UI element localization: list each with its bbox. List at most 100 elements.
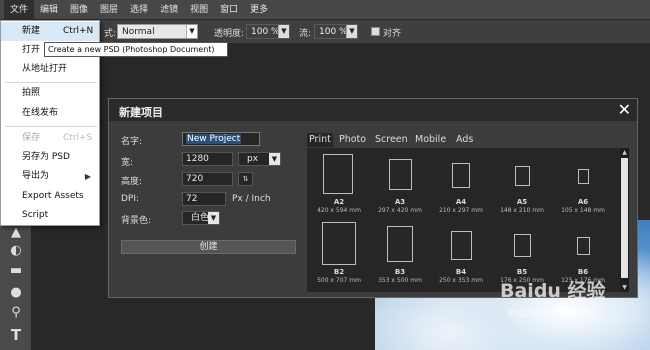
preset-name: A2 (333, 198, 345, 206)
unit-select[interactable]: px ▼ (238, 152, 281, 166)
menu-item-label: 导出为 (22, 171, 50, 181)
drop-icon[interactable]: ● (7, 284, 25, 302)
background-select[interactable]: 白色 ▼ (182, 211, 220, 225)
menu-item-save-as-psd[interactable]: 另存为 PSD (1, 148, 99, 167)
watermark-brand: Baidu 经验 (500, 280, 606, 302)
preset-dims: 250 x 353 mm (439, 277, 483, 284)
preset-name: B6 (577, 268, 589, 276)
preset-thumbnail (514, 234, 531, 257)
menu-item-export-as[interactable]: 导出为 ▶ (1, 167, 99, 186)
preset-thumbnail (451, 231, 472, 260)
eraser-icon[interactable]: ◐ (7, 242, 25, 260)
preset-dims: 105 x 148 mm (561, 207, 605, 214)
preset-name: B4 (455, 268, 467, 276)
scrollbar-thumb[interactable] (621, 158, 628, 278)
dodge-icon[interactable]: ⚲ (7, 304, 25, 322)
preset-a2[interactable]: A2 420 x 594 mm (310, 150, 368, 218)
flow-select[interactable]: 100 % ▼ (314, 24, 358, 39)
dpi-label: DPI: (121, 194, 140, 204)
menu-item-new[interactable]: 新建 Ctrl+N (1, 22, 99, 41)
opacity-select[interactable]: 100 % ▼ (246, 24, 290, 39)
preset-name: A3 (394, 198, 406, 206)
preset-thumbnail (323, 154, 353, 194)
watermark: Baidu 经验 jingyan.baidu.com (500, 276, 650, 336)
blend-mode-select[interactable]: Normal ▼ (117, 24, 198, 39)
watermark-url: jingyan.baidu.com (508, 308, 592, 318)
preset-thumbnail (515, 166, 530, 186)
menu-item-script[interactable]: Script (1, 206, 99, 225)
dpi-input[interactable]: 72 (182, 192, 226, 206)
menu-item-publish-online[interactable]: 在线发布 (1, 104, 99, 123)
preset-name: A6 (577, 198, 589, 206)
chevron-down-icon: ▼ (269, 153, 280, 165)
chevron-down-icon: ▼ (186, 25, 197, 38)
gradient-icon[interactable]: ▬ (7, 262, 25, 280)
menu-window[interactable]: 窗口 (214, 0, 244, 20)
menu-item-label: 另存为 PSD (22, 152, 70, 162)
menu-item-open-url[interactable]: 从地址打开 (1, 60, 99, 79)
preset-name: B5 (516, 268, 528, 276)
preset-thumbnail (578, 169, 589, 184)
align-checkbox[interactable] (371, 27, 380, 36)
preset-a3[interactable]: A3 297 x 420 mm (371, 150, 429, 218)
preset-a4[interactable]: A4 210 x 297 mm (432, 150, 490, 218)
menu-layer[interactable]: 图层 (94, 0, 124, 20)
tab-mobile[interactable]: Mobile (413, 133, 448, 147)
preset-dims: 210 x 297 mm (439, 207, 483, 214)
menu-item-label: 从地址打开 (22, 64, 68, 74)
menu-item-shortcut: Ctrl+N (63, 26, 94, 36)
stamp-icon[interactable]: ▲ (7, 224, 25, 242)
tab-ads[interactable]: Ads (454, 133, 475, 147)
menu-filter[interactable]: 滤镜 (154, 0, 184, 20)
menu-separator (5, 126, 97, 127)
width-label: 宽: (121, 158, 134, 168)
chevron-right-icon: ▶ (84, 172, 91, 181)
preset-tabs: Print Photo Screen Mobile Ads (307, 133, 627, 147)
flow-value: 100 % (319, 27, 348, 37)
width-input[interactable]: 1280 (182, 152, 233, 166)
unit-value: px (247, 154, 259, 164)
menu-item-label: 打开 (22, 45, 41, 55)
menu-file[interactable]: 文件 (4, 0, 35, 20)
dialog-title: 新建项目 (119, 106, 163, 119)
preset-a6[interactable]: A6 105 x 148 mm (554, 150, 612, 218)
create-button[interactable]: 创建 (121, 240, 296, 254)
preset-b4[interactable]: B4 250 x 353 mm (432, 220, 490, 288)
menu-item-shortcut: Ctrl+S (63, 133, 93, 143)
height-input[interactable]: 720 (182, 172, 233, 186)
preset-dims: 148 x 210 mm (500, 207, 544, 214)
menu-select[interactable]: 选择 (124, 0, 154, 20)
menu-edit[interactable]: 编辑 (34, 0, 64, 20)
menu-item-label: Export Assets (22, 191, 84, 201)
close-icon[interactable]: ✕ (618, 100, 631, 119)
menu-item-label: 在线发布 (22, 108, 59, 118)
tooltip: Create a new PSD (Photoshop Document) (44, 42, 228, 57)
preset-b3[interactable]: B3 353 x 500 mm (371, 220, 429, 288)
menu-more[interactable]: 更多 (244, 0, 274, 20)
project-name-input[interactable]: New Project (182, 132, 260, 146)
menu-image[interactable]: 图像 (64, 0, 94, 20)
swap-dimensions-icon[interactable]: ⇅ (238, 172, 253, 186)
dpi-unit: Px / Inch (232, 194, 271, 204)
project-name-value: New Project (186, 134, 242, 144)
preset-a5[interactable]: A5 148 x 210 mm (493, 150, 551, 218)
menu-item-save: 保存 Ctrl+S (1, 129, 99, 148)
tab-screen[interactable]: Screen (373, 133, 410, 147)
type-icon[interactable]: T (7, 326, 25, 344)
background-label: 背景色: (121, 216, 152, 226)
menu-view[interactable]: 视图 (184, 0, 214, 20)
preset-scrollbar[interactable]: ▲ ▼ (620, 148, 629, 292)
scroll-up-icon[interactable]: ▲ (620, 148, 629, 157)
opacity-value: 100 % (251, 27, 280, 37)
menu-item-export-assets[interactable]: Export Assets (1, 187, 99, 206)
menu-item-label: 拍照 (22, 88, 41, 98)
menu-bar: 文件 编辑 图像 图层 选择 滤镜 视图 窗口 更多 (0, 0, 650, 20)
menu-item-take-photo[interactable]: 拍照 (1, 84, 99, 103)
new-project-dialog: 新建项目 ✕ 名字: New Project 宽: 1280 px ▼ 高度: … (108, 98, 638, 298)
blend-mode-value: Normal (122, 27, 155, 37)
tab-photo[interactable]: Photo (337, 133, 368, 147)
background-value: 白色 (191, 213, 210, 223)
tab-print[interactable]: Print (307, 133, 333, 147)
preset-b2[interactable]: B2 500 x 707 mm (310, 220, 368, 288)
menu-item-label: Script (22, 210, 49, 220)
